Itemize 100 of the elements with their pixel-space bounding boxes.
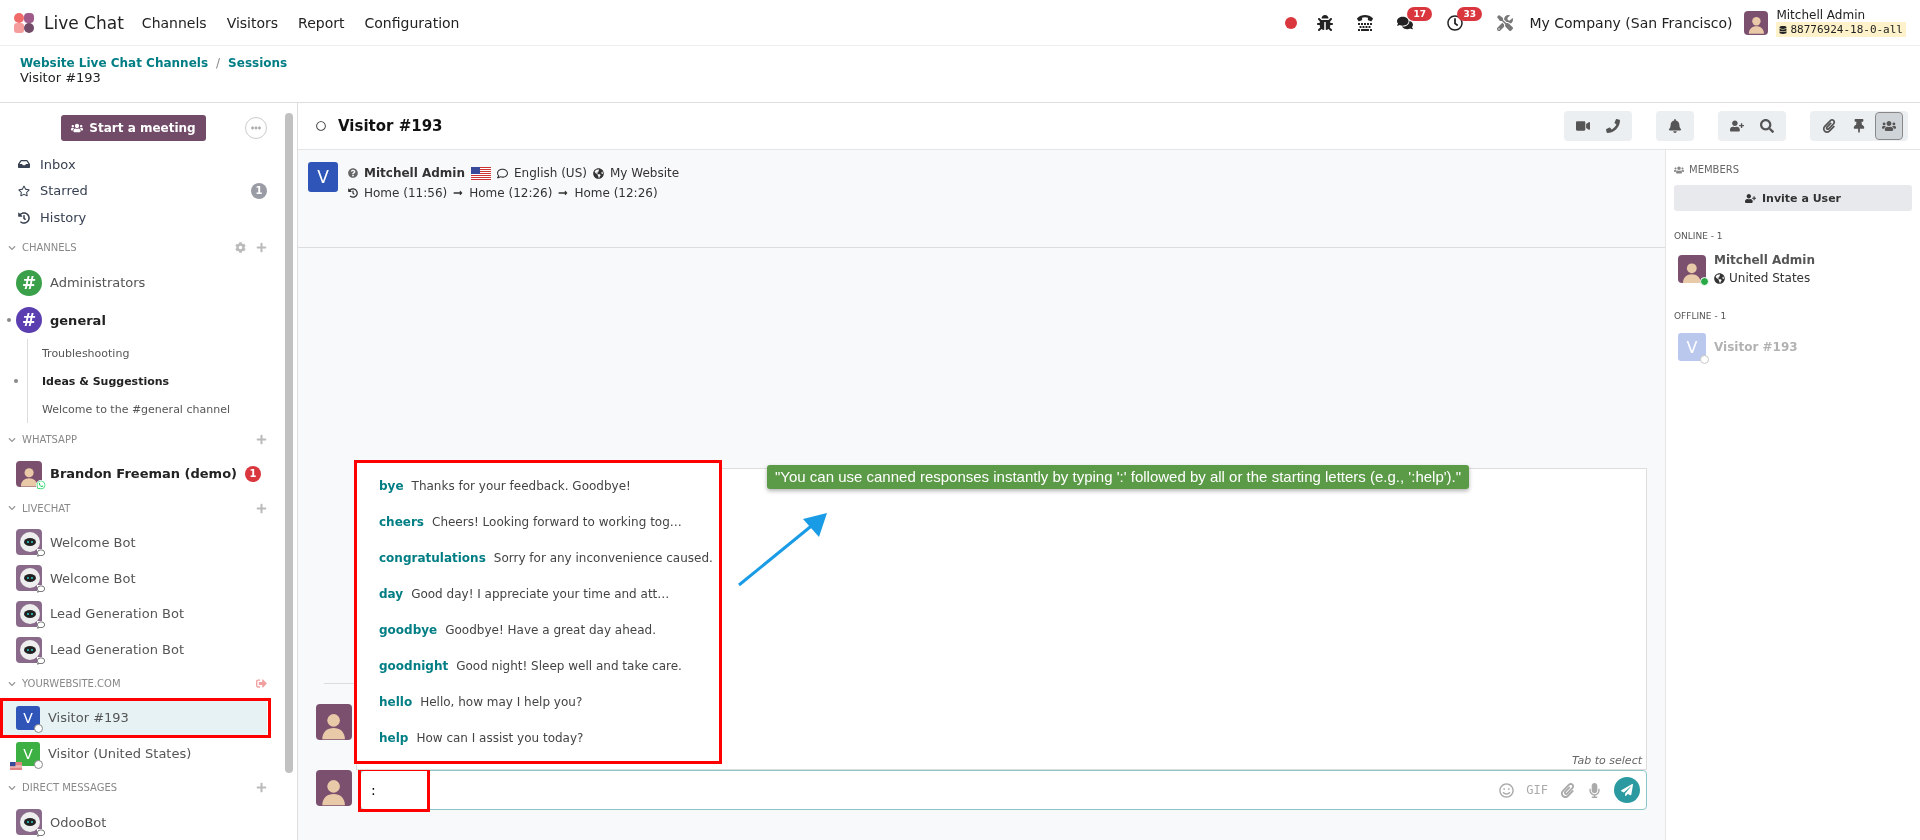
canned-response-item[interactable]: day Good day! I appreciate your time and att… [357,576,719,612]
activity-badge: 33 [1457,6,1482,21]
add-icon[interactable] [256,434,268,446]
category-title[interactable]: WHATSAPP [22,434,77,446]
invite-user-button[interactable]: Invite a User [1674,185,1912,211]
unread-badge: 1 [245,465,262,482]
canned-response-item[interactable]: help How can I assist you today? [357,720,719,756]
category-title[interactable]: CHANNELS [22,242,77,253]
scrollbar[interactable] [285,113,293,773]
chat-icon[interactable] [1397,14,1414,31]
thread-item[interactable]: Ideas & Suggestions [27,367,170,396]
conversation-item[interactable]: V Visitor (United States) [2,735,268,772]
canned-response-item[interactable]: bye Thanks for your feedback. Goodbye! [357,468,719,504]
phone-icon[interactable] [1357,14,1374,31]
chevron-icon[interactable] [8,243,16,252]
conversation-item[interactable]: Lead Generation Bot [2,595,268,632]
clock-icon[interactable] [1447,14,1464,31]
app-logo-icon[interactable] [14,12,34,33]
app-name[interactable]: Live Chat [44,12,124,33]
chevron-icon[interactable] [8,504,16,513]
add-icon[interactable] [256,502,268,514]
more-button[interactable] [245,116,268,139]
conversation-item[interactable]: Welcome Bot [2,560,268,596]
conversation-item[interactable]: Brandon Freeman (demo) 1 [2,456,268,492]
pin-icon [1852,119,1866,133]
canned-response-item[interactable]: goodnight Good night! Sleep well and take care. [357,648,719,684]
mailbox-item[interactable]: History [0,204,268,232]
visitor-avatar: V [308,162,338,192]
visitor-avatar: V [16,706,40,730]
settings-icon[interactable] [235,242,247,253]
canned-response-item[interactable]: cheers Cheers! Looking forward to working tog… [357,504,719,540]
thread-item[interactable]: Troubleshooting [27,339,130,368]
chevron-icon[interactable] [8,783,16,792]
conversation-item[interactable]: V Visitor #193 [2,700,268,736]
bell-icon [1668,119,1682,133]
conversation-item[interactable]: Welcome Bot [2,524,268,561]
callout-note: "You can use canned responses instantly by typing ':' followed by all or the starting letters (e.g., ':help')." [767,465,1470,489]
chat-bubble-icon [37,620,45,629]
chat-badge: 17 [1407,6,1432,21]
thread-item[interactable]: Welcome to the #general channel [27,395,230,424]
menu-item[interactable]: Report [298,14,345,31]
mailbox-item[interactable]: Inbox [0,150,268,178]
emoji-icon[interactable] [1499,782,1515,798]
history-icon [348,188,358,198]
members-icon [1674,164,1684,175]
conversation-name: general [50,312,106,328]
add-icon[interactable] [256,242,268,253]
conversation-item[interactable]: OdooBot [2,804,268,840]
visited-page: Home (12:26) [574,186,658,200]
bug-icon[interactable] [1317,14,1334,31]
start-meeting-button[interactable]: Start a meeting [61,114,206,141]
user-name[interactable]: Mitchell Admin [1776,8,1906,22]
conversation-name: OdooBot [50,814,107,830]
member-avatar [1678,255,1706,283]
category-title[interactable]: DIRECT MESSAGES [22,782,118,794]
leave-icon[interactable] [256,678,268,690]
member-group-title: OFFLINE - 1 [1674,311,1728,321]
conversation-item[interactable]: Lead Generation Bot [2,631,268,668]
members-button[interactable] [1876,113,1902,139]
conversation-item[interactable]: # Administrators [2,263,268,302]
users-icon [1882,119,1896,133]
hash-avatar: # [16,307,42,334]
mailbox-label: Starred [40,183,88,199]
visited-page: Home (12:26) [469,186,553,200]
menu-item[interactable]: Visitors [226,14,279,31]
conversation-name: Lead Generation Bot [50,642,184,657]
add-icon[interactable] [256,782,268,794]
microphone-icon[interactable] [1587,782,1602,798]
message-input[interactable]: : [361,771,427,809]
breadcrumb-separator: / [216,56,221,70]
canned-response-item[interactable]: goodbye Goodbye! Have a great day ahead. [357,612,719,648]
menu-item[interactable]: Channels [141,14,207,31]
mailbox-item[interactable]: Starred 1 [0,177,268,205]
record-dot-icon[interactable] [1285,16,1298,29]
robot-avatar-icon [16,600,42,627]
star-icon [18,184,30,197]
message-avatar [316,704,352,740]
database-icon [1779,25,1788,34]
unread-dot [7,318,11,323]
globe-icon [592,167,604,179]
company-name[interactable]: My Company (San Francisco) [1529,14,1733,31]
canned-response-item[interactable]: congratulations Sorry for any inconvenience caused. [357,540,719,576]
chevron-icon[interactable] [8,679,16,688]
canned-response-item[interactable]: hello Hello, how may I help you? [357,684,719,720]
paperclip-icon[interactable] [1560,782,1575,798]
member-name[interactable]: Mitchell Admin [1714,253,1816,267]
conversation-item[interactable]: # general [2,301,268,340]
breadcrumb-link[interactable]: Sessions [228,56,288,70]
message-composer[interactable]: : GIF [360,770,1647,810]
us-flag-icon [10,761,22,770]
breadcrumb-link[interactable]: Website Live Chat Channels [20,56,209,70]
menu-item[interactable]: Configuration [364,14,460,31]
chevron-icon[interactable] [8,435,16,444]
whatsapp-icon [36,479,46,490]
category-title[interactable]: LIVECHAT [22,502,71,514]
tools-icon[interactable] [1497,14,1514,31]
count-badge: 1 [251,182,268,199]
send-button[interactable] [1614,777,1640,803]
category-title[interactable]: YOURWEBSITE.COM [22,678,121,690]
visitor-language: English (US) [514,166,587,180]
